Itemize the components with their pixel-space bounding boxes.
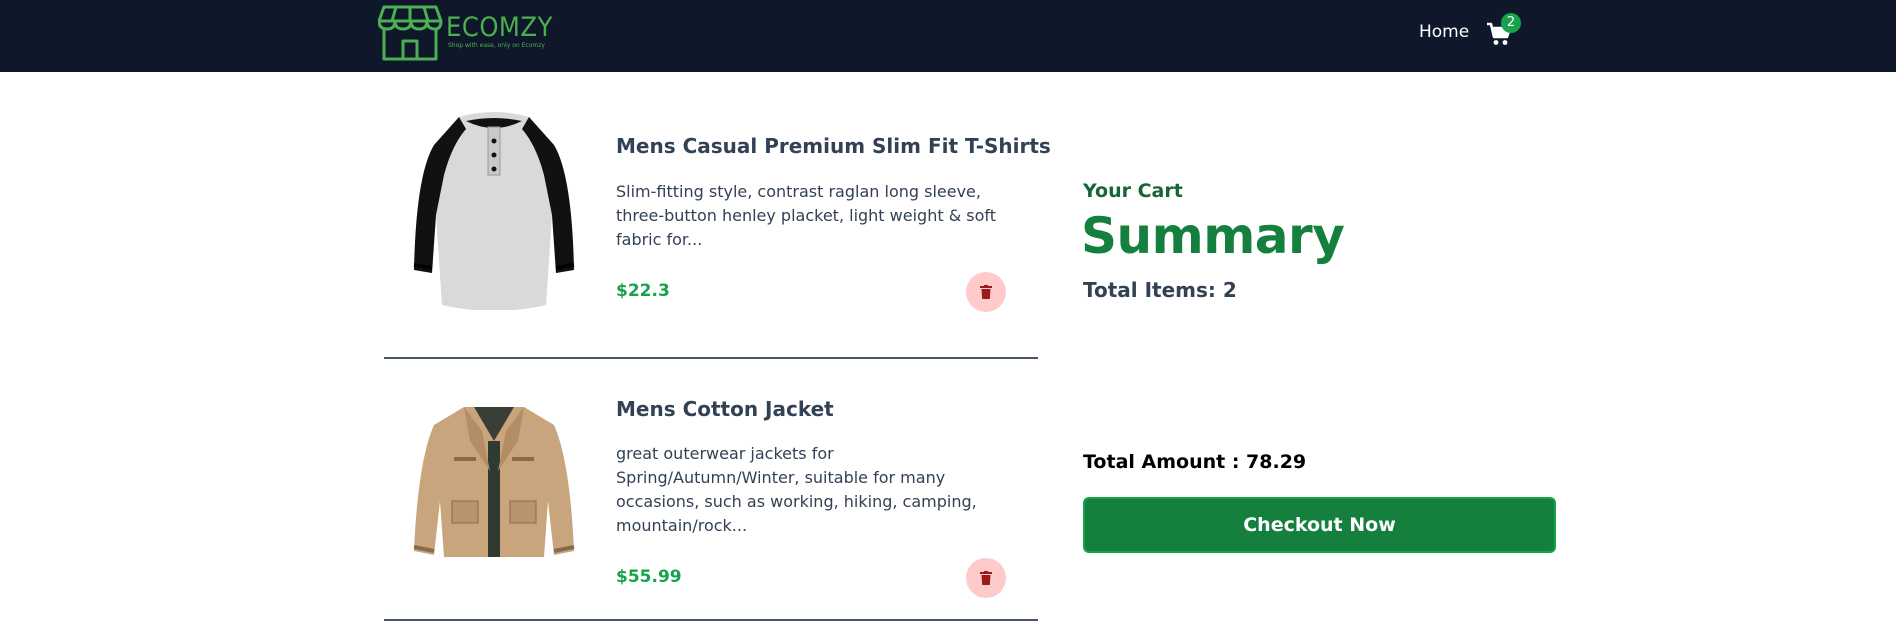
product-price: $55.99: [616, 567, 682, 587]
product-title: Mens Cotton Jacket: [616, 397, 834, 421]
delete-item-button[interactable]: [966, 558, 1006, 598]
trash-icon: [980, 571, 992, 585]
total-items: Total Items: 2: [1083, 278, 1237, 302]
cart-button[interactable]: 2: [1486, 13, 1521, 48]
product-title: Mens Casual Premium Slim Fit T-Shirts: [616, 134, 1051, 158]
logo-text: ECOMZY: [446, 12, 553, 43]
checkout-button[interactable]: Checkout Now: [1083, 497, 1556, 553]
product-price: $22.3: [616, 281, 670, 301]
delete-item-button[interactable]: [966, 272, 1006, 312]
product-description: Slim-fitting style, contrast raglan long…: [616, 182, 997, 249]
trash-icon: [980, 285, 992, 299]
logo-tagline: Shop with ease, only on Ecomzy: [448, 42, 545, 49]
navbar: ECOMZY Shop with ease, only on Ecomzy Ho…: [0, 0, 1896, 72]
nav-home-link[interactable]: Home: [1419, 22, 1469, 42]
total-amount: Total Amount : 78.29: [1083, 451, 1306, 473]
summary-title: Summary: [1081, 207, 1345, 265]
storefront-icon: [378, 5, 443, 61]
cart-item: Mens Casual Premium Slim Fit T-Shirts Sl…: [384, 72, 1051, 359]
product-description: great outerwear jackets for Spring/Autum…: [616, 444, 977, 535]
total-amount-value: 78.29: [1246, 451, 1307, 473]
cart-item: Mens Cotton Jacket great outerwear jacke…: [384, 359, 1038, 621]
logo[interactable]: ECOMZY Shop with ease, only on Ecomzy: [378, 3, 578, 63]
product-image: [413, 407, 575, 557]
cart-count-badge: 2: [1501, 13, 1521, 33]
total-amount-label: Total Amount :: [1083, 451, 1247, 473]
product-image: [413, 112, 575, 310]
summary-label: Your Cart: [1083, 180, 1183, 202]
